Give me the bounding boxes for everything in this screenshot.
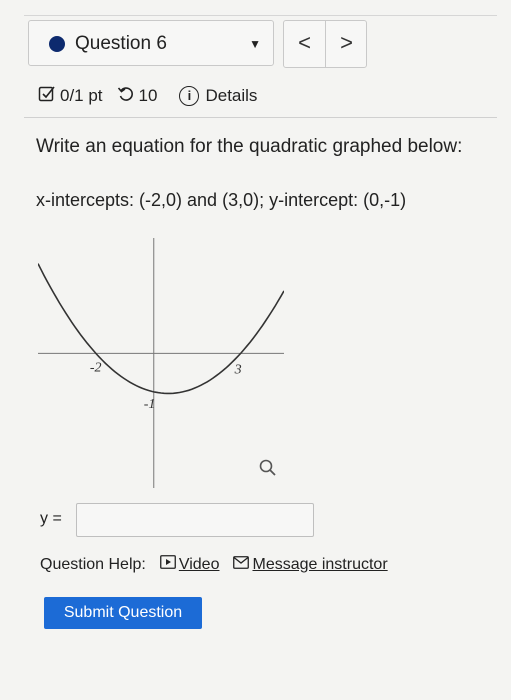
question-selector[interactable]: Question 6 ▼ <box>28 20 274 66</box>
next-question-button[interactable]: > <box>326 21 367 67</box>
status-dot <box>49 36 65 52</box>
tick-label-x-3: 3 <box>234 362 242 377</box>
top-divider <box>24 15 497 16</box>
question-given: x-intercepts: (-2,0) and (3,0); y-interc… <box>36 190 407 210</box>
video-icon[interactable] <box>159 555 176 574</box>
answer-input[interactable] <box>76 503 314 537</box>
question-label: Question 6 <box>75 33 167 54</box>
attempts-count: 10 <box>138 86 158 105</box>
prev-question-button[interactable]: < <box>284 21 326 67</box>
chevron-down-icon: ▼ <box>249 37 261 51</box>
help-label: Question Help: <box>40 555 146 573</box>
zoom-icon[interactable] <box>258 458 278 483</box>
retry-icon <box>117 85 135 108</box>
header-divider <box>24 117 497 118</box>
message-instructor-link[interactable]: Message instructor <box>252 556 387 574</box>
question-nav: < > <box>283 20 367 68</box>
graph: -2 3 -1 <box>38 238 284 488</box>
score-text: 0/1 pt <box>60 86 103 105</box>
question-prompt: Write an equation for the quadratic grap… <box>36 136 463 157</box>
checkbox-score-icon <box>38 85 56 108</box>
mail-icon[interactable] <box>233 555 250 574</box>
info-icon[interactable]: i <box>179 86 200 106</box>
parabola-curve <box>38 263 284 395</box>
answer-label: y = <box>40 510 62 527</box>
question-help: Question Help: Video Message instructor <box>40 555 388 574</box>
tick-label-x-neg2: -2 <box>90 360 102 375</box>
question-meta: 0/1 pt 10 i Details <box>38 84 257 108</box>
details-link[interactable]: Details <box>205 86 257 106</box>
graph-svg: -2 3 -1 <box>38 238 284 488</box>
tick-label-y-neg1: -1 <box>144 397 156 412</box>
video-link[interactable]: Video <box>179 556 220 574</box>
submit-question-button[interactable]: Submit Question <box>44 597 202 629</box>
